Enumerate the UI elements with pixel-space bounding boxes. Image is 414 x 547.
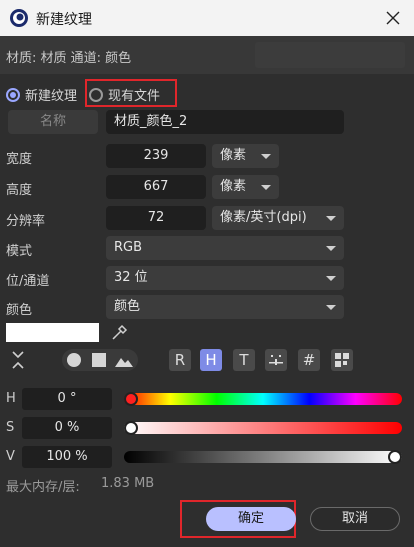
collapse-arrows-icon[interactable]	[10, 350, 26, 370]
cinema4d-logo-icon	[10, 9, 28, 27]
color-label: 颜色	[6, 303, 33, 318]
width-unit-select[interactable]: 像素	[212, 144, 279, 168]
ok-button[interactable]: 确定	[206, 507, 296, 531]
depth-label: 位/通道	[6, 274, 50, 289]
mode-value: RGB	[114, 240, 143, 255]
chevron-down-icon	[326, 305, 336, 310]
swatch-grid-button[interactable]	[331, 349, 353, 371]
width-unit-value: 像素	[220, 148, 247, 163]
value-slider-knob[interactable]	[388, 450, 402, 464]
info-bar: 材质: 材质 通道: 颜色	[0, 36, 414, 74]
color-select[interactable]: 颜色	[106, 295, 344, 319]
hue-label: H	[6, 391, 16, 406]
dots-icon	[269, 355, 283, 365]
depth-value: 32 位	[114, 270, 148, 285]
mode-select[interactable]: RGB	[106, 236, 344, 260]
width-label: 宽度	[6, 152, 33, 167]
title-bar: 新建纹理	[0, 0, 414, 36]
temperature-mode-button[interactable]: T	[233, 349, 255, 371]
saturation-slider[interactable]	[124, 422, 402, 434]
saturation-label: S	[6, 420, 15, 435]
chevron-down-icon	[326, 216, 336, 221]
resolution-input[interactable]: 72	[106, 206, 206, 230]
mode-label: 模式	[6, 244, 33, 259]
saturation-input[interactable]: 0 %	[22, 417, 112, 439]
height-unit-select[interactable]: 像素	[212, 175, 279, 199]
name-button[interactable]: 名称	[8, 110, 98, 134]
chevron-down-icon	[261, 154, 271, 159]
color-swatch[interactable]	[6, 323, 99, 342]
radio-existing-file-label: 现有文件	[108, 89, 161, 104]
resolution-unit-value: 像素/英寸(dpi)	[220, 210, 307, 225]
value-input[interactable]: 100 %	[22, 446, 112, 468]
memory-value: 1.83 MB	[101, 476, 155, 491]
chevron-down-icon	[326, 276, 336, 281]
radio-new-texture[interactable]: 新建纹理	[6, 85, 77, 104]
saturation-slider-knob[interactable]	[124, 421, 138, 435]
hsv-mode-button[interactable]: H	[200, 349, 222, 371]
hue-slider[interactable]	[124, 393, 402, 405]
hue-input[interactable]: 0 °	[22, 388, 112, 410]
radio-existing-file[interactable]: 现有文件	[89, 85, 160, 104]
radio-existing-file-dot[interactable]	[89, 87, 103, 102]
image-icon[interactable]	[114, 352, 134, 368]
circle-icon[interactable]	[66, 352, 82, 368]
eyedropper-icon[interactable]	[110, 322, 130, 342]
radio-new-texture-label: 新建纹理	[25, 89, 78, 104]
hue-slider-knob[interactable]	[124, 392, 138, 406]
info-box	[255, 42, 405, 68]
resolution-unit-select[interactable]: 像素/英寸(dpi)	[212, 206, 344, 230]
grid-icon	[335, 353, 349, 367]
hex-mode-button[interactable]: #	[298, 349, 320, 371]
height-unit-value: 像素	[220, 179, 247, 194]
name-input[interactable]: 材质_颜色_2	[106, 110, 344, 134]
value-label: V	[6, 449, 15, 464]
window-title: 新建纹理	[36, 12, 92, 28]
value-slider[interactable]	[124, 451, 402, 463]
chevron-down-icon	[326, 246, 336, 251]
height-input[interactable]: 667	[106, 175, 206, 199]
cancel-button[interactable]: 取消	[310, 507, 400, 531]
rgb-mode-button[interactable]: R	[169, 349, 191, 371]
close-icon[interactable]	[384, 9, 402, 27]
depth-select[interactable]: 32 位	[106, 266, 344, 290]
material-path: 材质: 材质 通道: 颜色	[6, 51, 132, 66]
radio-new-texture-dot[interactable]	[6, 87, 20, 102]
color-value: 颜色	[114, 299, 141, 314]
resolution-label: 分辨率	[6, 214, 46, 229]
memory-label: 最大内存/层:	[6, 480, 80, 495]
mixer-mode-button[interactable]	[265, 349, 287, 371]
width-input[interactable]: 239	[106, 144, 206, 168]
color-mode-group	[62, 349, 138, 371]
square-icon[interactable]	[91, 352, 107, 368]
chevron-down-icon	[261, 185, 271, 190]
height-label: 高度	[6, 183, 33, 198]
